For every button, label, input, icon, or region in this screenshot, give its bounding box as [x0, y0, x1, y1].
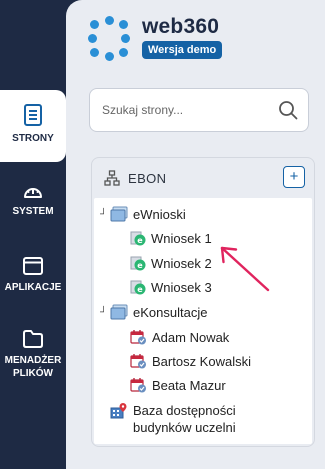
search-icon[interactable] — [278, 100, 298, 120]
tree-node-label-line1: Baza dostępności — [133, 403, 236, 418]
tree-node-label: Wniosek 1 — [151, 230, 212, 246]
main-panel: web360 Wersja demo EBON + ┘ — [66, 0, 325, 469]
nav-label: MENADŻER PLIKÓW — [5, 354, 62, 380]
nav-label: SYSTEM — [12, 206, 54, 217]
calendar-check-icon — [130, 378, 146, 393]
tree-node-beata-mazur[interactable]: Beata Mazur — [130, 377, 226, 393]
tree-node-wniosek-2[interactable]: e Wniosek 2 — [130, 255, 212, 271]
tree-node-label: Wniosek 3 — [151, 279, 212, 295]
e-form-icon: e — [130, 231, 146, 246]
left-nav-rail: STRONY SYSTEM APLIKACJE MENADŻER PLIKÓW — [0, 0, 66, 469]
nav-label: STRONY — [12, 133, 54, 144]
gauge-icon — [24, 188, 42, 198]
tree-node-wniosek-3[interactable]: e Wniosek 3 — [130, 279, 212, 295]
page-tree: EBON + ┘ eWnioski e Wniosek 1 e Wniosek … — [91, 157, 315, 447]
version-badge: Wersja demo — [142, 41, 223, 59]
calendar-check-icon — [130, 330, 146, 345]
nav-label-line1: MENADŻER — [4, 355, 62, 366]
sitemap-icon — [104, 170, 120, 186]
nav-item-aplikacje[interactable]: APLIKACJE — [0, 257, 66, 307]
tree-node-ekonsultacje[interactable]: ┘ eKonsultacje — [100, 304, 207, 320]
tree-node-label: eWnioski — [133, 206, 186, 222]
logo: web360 Wersja demo — [88, 15, 223, 61]
search-input[interactable] — [102, 103, 278, 117]
tree-node-label: eKonsultacje — [133, 304, 208, 320]
tree-root-label: EBON — [128, 170, 167, 186]
tree-node-label: Bartosz Kowalski — [152, 353, 251, 369]
logo-dots-icon — [88, 16, 132, 61]
tree-node-label: Wniosek 2 — [151, 255, 212, 271]
nav-label-line2: PLIKÓW — [12, 368, 53, 379]
building-map-icon — [110, 403, 127, 419]
tree-node-adam-nowak[interactable]: Adam Nowak — [130, 329, 229, 345]
calendar-check-icon — [130, 354, 146, 369]
nav-item-strony[interactable]: STRONY — [0, 90, 66, 162]
svg-text:e: e — [137, 261, 143, 270]
nav-item-system[interactable]: SYSTEM — [0, 183, 66, 233]
folder-icon — [23, 330, 43, 348]
document-icon — [24, 104, 42, 126]
tree-header: EBON + — [92, 158, 314, 198]
tree-body: ┘ eWnioski e Wniosek 1 e Wniosek 2 e Wni… — [94, 198, 312, 444]
tree-node-ewnioski[interactable]: ┘ eWnioski — [100, 206, 186, 222]
nav-item-menadzer-plikow[interactable]: MENADŻER PLIKÓW — [0, 330, 66, 402]
e-form-icon: e — [130, 256, 146, 271]
search-box — [89, 88, 309, 132]
window-icon — [23, 257, 43, 275]
svg-text:e: e — [137, 285, 143, 294]
nav-label: APLIKACJE — [4, 282, 62, 293]
add-page-button[interactable]: + — [283, 166, 305, 188]
tree-node-bartosz-kowalski[interactable]: Bartosz Kowalski — [130, 353, 251, 369]
svg-text:e: e — [137, 236, 143, 245]
tree-node-label: Baza dostępności budynków uczelni — [133, 402, 236, 436]
module-folder-icon — [110, 206, 128, 222]
tree-node-label-line2: budynków uczelni — [133, 420, 236, 435]
tree-node-label: Beata Mazur — [152, 377, 226, 393]
collapse-toggle[interactable]: ┘ — [100, 307, 110, 318]
module-folder-icon — [110, 304, 128, 320]
tree-node-label: Adam Nowak — [152, 329, 230, 345]
e-form-icon: e — [130, 280, 146, 295]
tree-node-baza-dostepnosci[interactable]: Baza dostępności budynków uczelni — [110, 402, 236, 436]
collapse-toggle[interactable]: ┘ — [100, 209, 110, 220]
annotation-arrow — [220, 246, 270, 292]
app-name: web360 — [142, 15, 220, 38]
tree-node-wniosek-1[interactable]: e Wniosek 1 — [130, 230, 212, 246]
